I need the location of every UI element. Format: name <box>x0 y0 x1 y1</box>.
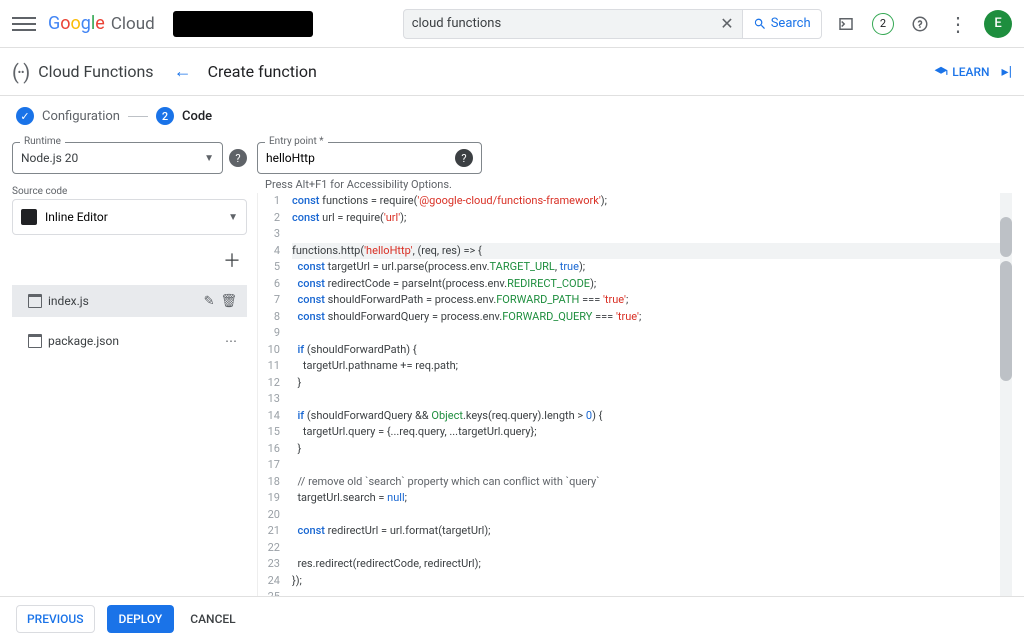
search-button[interactable]: Search <box>743 9 822 39</box>
runtime-help-icon[interactable]: ? <box>229 149 247 167</box>
file-label: index.js <box>48 294 89 308</box>
avatar[interactable]: E <box>984 10 1012 38</box>
code-line[interactable]: targetUrl.pathname += req.path; <box>292 358 1012 375</box>
step-code[interactable]: 2 Code <box>156 107 212 125</box>
search-button-label: Search <box>771 16 811 31</box>
previous-button[interactable]: PREVIOUS <box>16 605 95 633</box>
deploy-button[interactable]: DEPLOY <box>107 605 175 633</box>
delete-file-icon[interactable]: 🗑 <box>220 294 237 309</box>
product-title: Cloud Functions <box>38 62 153 81</box>
code-line[interactable] <box>292 507 1012 524</box>
code-line[interactable]: } <box>292 375 1012 392</box>
back-arrow-icon[interactable]: ← <box>174 61 192 82</box>
search-box[interactable]: ✕ <box>403 9 743 39</box>
collapse-panel-icon[interactable]: ▸| <box>1002 64 1012 80</box>
code-line[interactable]: const shouldForwardQuery = process.env.F… <box>292 309 1012 326</box>
code-editor[interactable]: 1234567891011121314151617181920212223242… <box>257 193 1012 636</box>
file-label: package.json <box>48 334 119 348</box>
file-index-js[interactable]: index.js ✎ 🗑 <box>12 285 247 317</box>
notifications-badge[interactable]: 2 <box>872 13 894 35</box>
editor-scrollbar[interactable] <box>1000 193 1012 636</box>
step2-label: Code <box>182 109 212 124</box>
add-file-icon[interactable]: ＋ <box>223 247 241 273</box>
code-line[interactable] <box>292 457 1012 474</box>
code-line[interactable]: targetUrl.query = {...req.query, ...targ… <box>292 424 1012 441</box>
code-line[interactable]: } <box>292 441 1012 458</box>
code-line[interactable]: const functions = require('@google-cloud… <box>292 193 1012 210</box>
edit-file-icon[interactable]: ✎ <box>204 294 215 309</box>
checkmark-icon: ✓ <box>16 107 34 125</box>
google-cloud-logo[interactable]: Google Cloud <box>48 13 155 34</box>
code-line[interactable] <box>292 325 1012 342</box>
code-line[interactable]: const redirectCode = parseInt(process.en… <box>292 276 1012 293</box>
code-line[interactable]: const targetUrl = url.parse(process.env.… <box>292 259 1012 276</box>
step1-label: Configuration <box>42 109 120 124</box>
file-package-json[interactable]: package.json ⋯ <box>12 325 247 357</box>
help-icon[interactable] <box>908 12 932 36</box>
source-code-value: Inline Editor <box>45 210 108 224</box>
code-line[interactable] <box>292 540 1012 557</box>
cloud-functions-icon: (··) <box>12 60 28 84</box>
page-title: Create function <box>208 62 317 81</box>
editor-icon <box>21 209 37 225</box>
file-more-icon[interactable]: ⋯ <box>225 334 237 348</box>
code-line[interactable]: const url = require('url'); <box>292 210 1012 227</box>
source-code-select[interactable]: Inline Editor ▼ <box>12 199 247 235</box>
code-line[interactable]: if (shouldForwardQuery && Object.keys(re… <box>292 408 1012 425</box>
clear-search-icon[interactable]: ✕ <box>720 14 733 33</box>
learn-label: LEARN <box>952 65 989 79</box>
source-code-label: Source code <box>12 186 247 197</box>
code-line[interactable]: // remove old `search` property which ca… <box>292 474 1012 491</box>
code-line[interactable]: if (shouldForwardPath) { <box>292 342 1012 359</box>
entry-point-input[interactable] <box>266 151 449 165</box>
entry-point-label: Entry point * <box>265 136 328 147</box>
search-icon <box>753 17 767 31</box>
code-line[interactable]: const shouldForwardPath = process.env.FO… <box>292 292 1012 309</box>
entry-help-icon[interactable]: ? <box>455 149 473 167</box>
code-line[interactable]: res.redirect(redirectCode, redirectUrl); <box>292 556 1012 573</box>
more-menu-icon[interactable]: ⋮ <box>946 12 970 36</box>
runtime-label: Runtime <box>20 136 65 147</box>
chevron-down-icon: ▼ <box>204 153 214 164</box>
cancel-button[interactable]: CANCEL <box>190 612 235 626</box>
accessibility-hint: Press Alt+F1 for Accessibility Options. <box>257 174 1012 193</box>
runtime-value: Node.js 20 <box>21 151 78 165</box>
code-line[interactable]: targetUrl.search = null; <box>292 490 1012 507</box>
step-connector <box>128 116 148 117</box>
step-number: 2 <box>156 107 174 125</box>
learn-icon <box>934 65 948 79</box>
project-selector[interactable] <box>173 11 313 37</box>
chevron-down-icon: ▼ <box>228 212 238 223</box>
stepper: ✓ Configuration 2 Code <box>0 96 1024 136</box>
search-input[interactable] <box>412 16 721 31</box>
menu-icon[interactable] <box>12 12 36 36</box>
code-line[interactable]: functions.http('helloHttp', (req, res) =… <box>292 243 1012 260</box>
code-line[interactable] <box>292 226 1012 243</box>
step-configuration[interactable]: ✓ Configuration <box>16 107 120 125</box>
code-line[interactable]: }); <box>292 573 1012 590</box>
cloud-shell-icon[interactable] <box>834 12 858 36</box>
learn-button[interactable]: LEARN <box>934 65 989 79</box>
code-line[interactable] <box>292 391 1012 408</box>
code-line[interactable]: const redirectUrl = url.format(targetUrl… <box>292 523 1012 540</box>
